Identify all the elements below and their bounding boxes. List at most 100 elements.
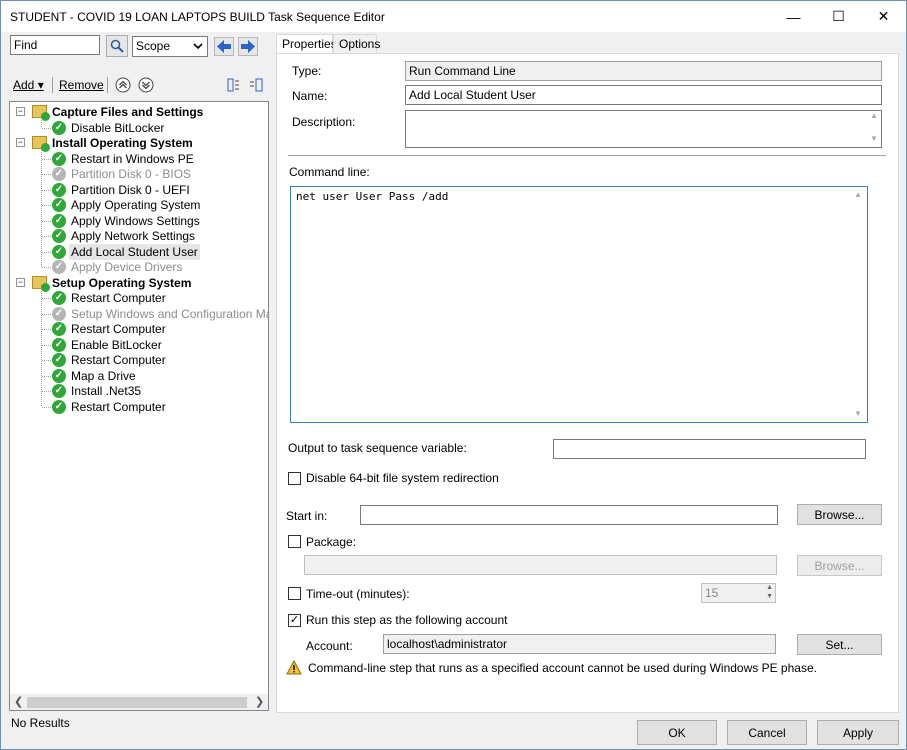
stepper-down-icon[interactable]: ▼ [766,593,773,600]
step-status-icon: ✓ [52,384,66,398]
scroll-thumb[interactable] [27,697,247,708]
browse-package-button[interactable]: Browse... [797,555,882,576]
tree-step[interactable]: Restart Computer [69,399,168,415]
step-status-icon: ✓ [52,120,66,135]
browse-start-in-button[interactable]: Browse... [797,504,882,525]
tree-step[interactable]: Apply Operating System [69,197,202,213]
group-folder-icon [32,136,50,152]
tree-step[interactable]: Apply Windows Settings [69,213,202,229]
tree-connector [42,360,51,361]
tree-expander[interactable]: − [16,277,25,287]
tree-step[interactable]: Add Local Student User [69,243,200,260]
command-line-input[interactable]: net user User Pass /add ▲ ▼ [290,186,868,423]
minimize-icon[interactable]: — [771,1,816,32]
tree-group[interactable]: Setup Operating System [52,275,191,291]
tree-connector [42,127,51,129]
move-down-icon[interactable] [138,77,154,93]
find-input[interactable]: Find [10,35,100,55]
find-next-button[interactable] [238,37,258,56]
command-line-label: Command line: [289,165,370,179]
scroll-up-icon[interactable]: ▲ [854,190,862,199]
tree-step[interactable]: Disable BitLocker [69,120,166,136]
remove-button[interactable]: Remove [59,78,104,92]
tree-expander[interactable]: − [16,107,25,116]
start-in-label: Start in: [286,509,328,523]
tree-connector [42,251,51,253]
description-label: Description: [292,115,356,129]
step-status-icon: ✓ [52,368,66,383]
tree-step[interactable]: Restart Computer [69,321,168,337]
tree-step[interactable]: Restart Computer [69,352,168,368]
tree-connector [41,117,42,127]
window-title: STUDENT - COVID 19 LOAN LAPTOPS BUILD Ta… [10,10,385,24]
tree-expander[interactable]: − [16,138,25,147]
tree-connector [42,205,51,206]
maximize-icon[interactable]: ☐ [816,1,861,32]
step-status-icon: ✓ [52,182,66,197]
tree-step[interactable]: Enable BitLocker [69,337,164,353]
run-as-account-checkbox[interactable]: ✓ [288,614,301,627]
properties-panel: Type: Run Command Line Name: Add Local S… [276,53,899,713]
scroll-right-icon[interactable]: ❯ [255,695,264,708]
ok-button[interactable]: OK [637,720,717,745]
tree-step[interactable]: Partition Disk 0 - BIOS [69,166,193,182]
tree-connector [42,406,51,408]
name-input[interactable]: Add Local Student User [405,85,882,105]
collapse-all-icon[interactable] [249,77,263,93]
tree-connector [42,189,51,191]
timeout-stepper[interactable]: 15 ▲ ▼ [701,583,776,603]
tree-connector [42,236,51,237]
package-checkbox[interactable] [288,535,301,548]
tree-step[interactable]: Map a Drive [69,368,138,384]
close-icon[interactable]: ✕ [861,1,906,32]
tree-step[interactable]: Install .Net35 [69,383,143,399]
step-status-icon: ✓ [52,213,66,228]
set-account-button[interactable]: Set... [797,634,882,655]
tree-step[interactable]: Restart Computer [69,290,168,306]
step-status-icon: ✓ [52,399,66,414]
tree-step[interactable]: Apply Network Settings [69,228,197,244]
name-label: Name: [292,89,328,103]
tree-step[interactable]: Setup Windows and Configuration Manager [69,306,268,322]
scope-dropdown[interactable]: Scope [132,36,208,57]
add-menu-button[interactable]: Add ▾ [13,78,44,92]
description-input[interactable] [405,110,882,148]
scroll-up-icon[interactable]: ▲ [870,111,878,120]
disable-64bit-checkbox[interactable] [288,472,301,485]
tree-group[interactable]: Install Operating System [52,135,193,151]
tree-connector [42,391,51,392]
scroll-left-icon[interactable]: ❮ [14,695,23,708]
toolbar-divider [107,77,108,93]
apply-button[interactable]: Apply [817,720,899,745]
move-up-icon[interactable] [115,77,131,93]
account-value: localhost\administrator [383,634,776,654]
tree-connector [42,298,51,299]
timeout-checkbox[interactable] [288,587,301,600]
tree-step[interactable]: Partition Disk 0 - UEFI [69,182,192,198]
cancel-button[interactable]: Cancel [727,720,807,745]
scope-value: Scope [136,39,171,53]
tree-step[interactable]: Restart in Windows PE [69,151,196,167]
search-button[interactable] [106,35,128,57]
tab-properties[interactable]: Properties [276,34,337,54]
stepper-up-icon[interactable]: ▲ [766,584,773,591]
package-label: Package: [306,535,357,549]
tree-step[interactable]: Apply Device Drivers [69,259,184,275]
search-icon [110,39,124,53]
horizontal-scrollbar[interactable]: ❮ ❯ [10,694,268,710]
tree-connector [41,148,42,267]
expand-all-icon[interactable] [227,77,241,93]
step-status-icon: ✓ [52,337,66,352]
group-folder-icon [32,105,50,121]
start-in-input[interactable] [360,505,778,525]
tree-connector [42,375,51,377]
tree-connector [41,288,42,406]
scroll-down-icon[interactable]: ▼ [854,409,862,418]
output-variable-input[interactable] [553,439,866,459]
tab-options[interactable]: Options [333,34,380,54]
find-previous-button[interactable] [214,37,234,56]
task-sequence-tree[interactable]: − Capture Files and Settings ✓ Disable BitL… [9,101,269,711]
package-input[interactable] [304,555,777,575]
scroll-down-icon[interactable]: ▼ [870,134,878,143]
tree-group[interactable]: Capture Files and Settings [52,104,203,120]
